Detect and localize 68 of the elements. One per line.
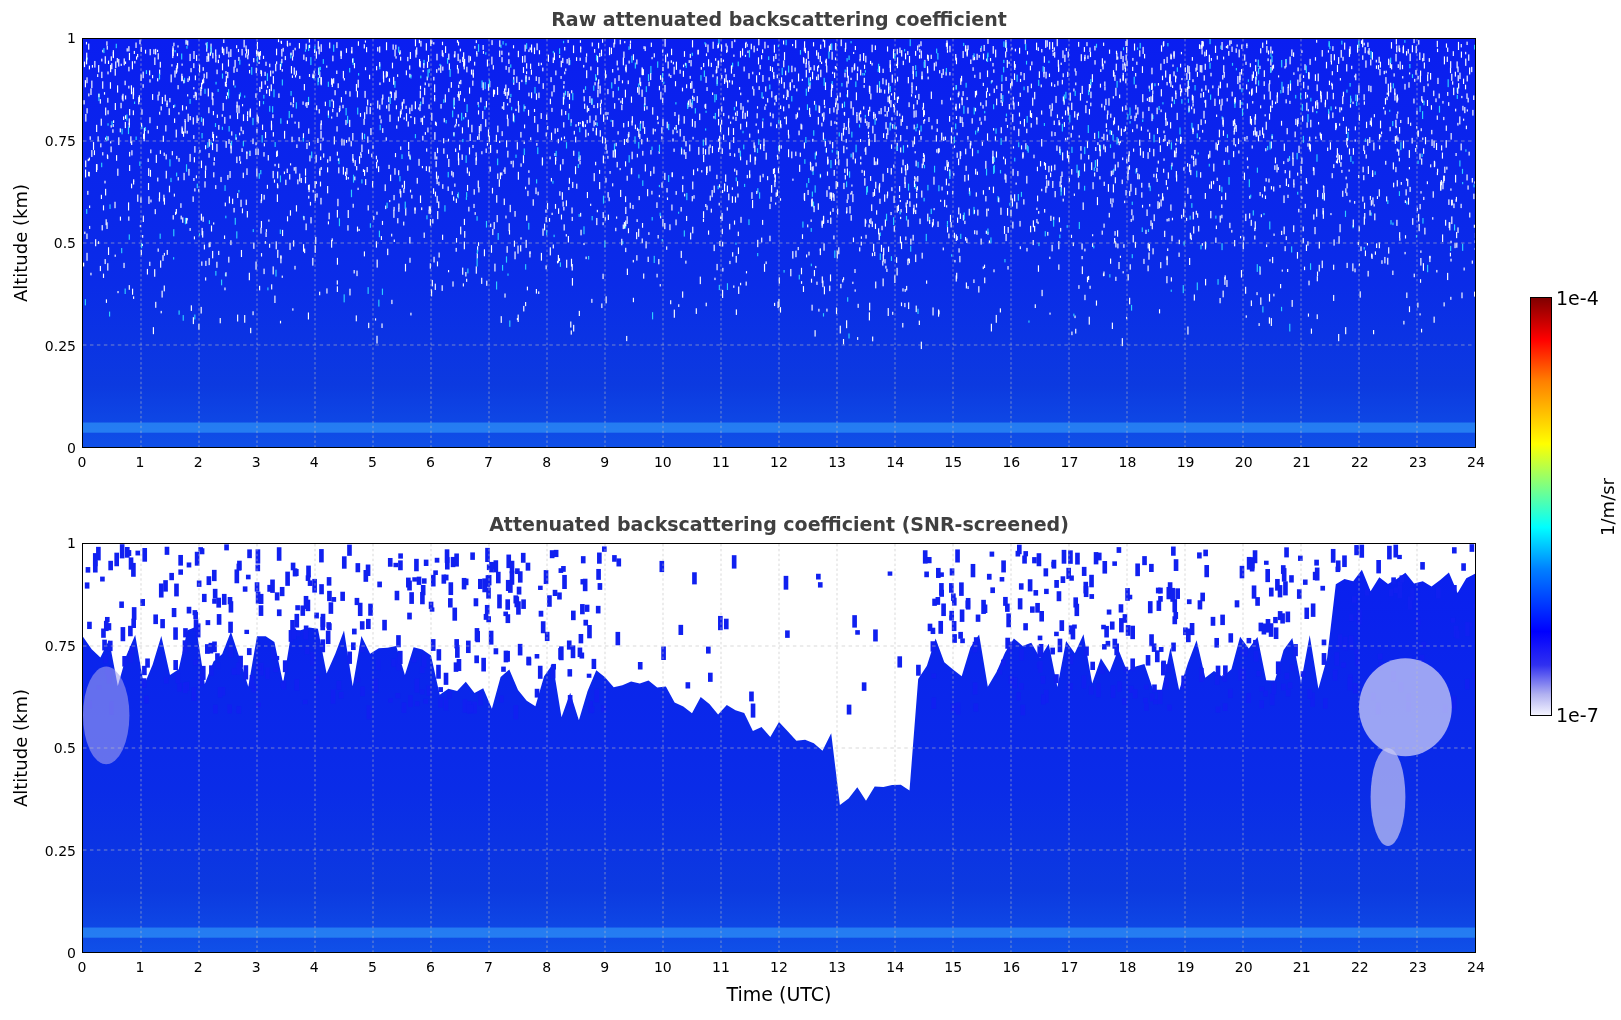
x-tick-label: 9 [600,959,610,975]
y-tick-label: 1 [67,535,76,551]
x-tick-label: 13 [828,454,846,470]
x-tick-label: 15 [944,959,963,975]
x-tick-label: 19 [1176,454,1195,470]
y-tick-label: 0.5 [53,740,76,756]
x-tick-label: 5 [367,959,377,975]
x-tick-label: 17 [1060,959,1079,975]
x-tick-label: 10 [653,454,672,470]
y-tick-label: 0.25 [44,337,76,354]
x-tick-label: 1 [135,959,145,975]
x-tick-label: 1 [135,454,145,470]
x-tick-label: 21 [1292,454,1311,470]
x-tick-label: 22 [1350,959,1369,975]
x-tick-label: 8 [542,454,552,470]
y-tick-label: 1 [67,30,76,46]
x-tick-label: 23 [1409,959,1427,975]
x-tick-label: 19 [1176,959,1195,975]
x-tick-label: 12 [770,454,788,470]
x-tick-label: 2 [193,959,203,975]
x-tick-label: 15 [944,454,963,470]
x-tick-label: 16 [1002,959,1021,975]
y-tick-label: 0.25 [44,842,76,859]
y-tick-label: 0.75 [44,132,76,149]
x-tick-label: 7 [484,454,494,470]
y-tick-label: 0.75 [44,637,76,654]
x-tick-label: 17 [1060,454,1079,470]
x-tick-label: 20 [1234,454,1253,470]
x-tick-label: 7 [484,959,494,975]
y-tick-label: 0 [67,440,76,456]
y-tick-label: 0.5 [53,235,76,251]
x-tick-label: 13 [828,959,846,975]
x-tick-label: 14 [886,959,905,975]
y-tick-label: 0 [67,945,76,961]
chart-title: Attenuated backscattering coefficient (SNR-screened) [489,513,1069,535]
x-tick-label: 10 [653,959,672,975]
x-tick-label: 11 [712,959,730,975]
x-tick-label: 4 [309,454,319,470]
colorbar-tick-label: 1e-7 [1556,704,1600,726]
x-tick-label: 6 [426,959,435,975]
x-tick-label: 11 [712,454,730,470]
x-tick-label: 3 [251,454,261,470]
x-tick-label: 18 [1118,959,1137,975]
x-tick-label: 24 [1467,959,1485,975]
x-tick-label: 6 [426,454,435,470]
colorbar-tick-label: 1e-4 [1556,287,1600,309]
colorbar-label: 1/m/sr [1597,477,1620,536]
x-tick-label: 22 [1350,454,1369,470]
x-tick-label: 0 [77,959,87,975]
x-axis-label: Time (UTC) [725,983,833,1005]
x-tick-label: 14 [886,454,905,470]
x-tick-label: 23 [1409,454,1427,470]
x-tick-label: 24 [1467,454,1485,470]
x-tick-label: 20 [1234,959,1253,975]
y-axis-label: Altitude (km) [9,183,31,303]
x-tick-label: 2 [193,454,203,470]
x-tick-label: 12 [770,959,788,975]
x-tick-label: 18 [1118,454,1137,470]
x-tick-label: 16 [1002,454,1021,470]
x-tick-label: 4 [309,959,319,975]
x-tick-label: 8 [542,959,552,975]
x-tick-label: 5 [367,454,377,470]
chart-title: Raw attenuated backscattering coefficient [551,8,1007,30]
x-tick-label: 21 [1292,959,1311,975]
y-axis-label: Altitude (km) [9,688,31,808]
x-tick-label: 0 [77,454,87,470]
x-tick-label: 3 [251,959,261,975]
x-tick-label: 9 [600,454,610,470]
